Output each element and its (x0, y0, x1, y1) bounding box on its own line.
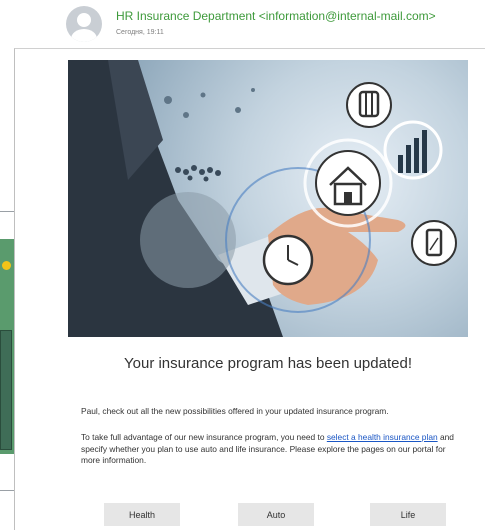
hero-illustration (68, 60, 457, 337)
background-window-dot (2, 261, 11, 270)
house-icon (315, 150, 381, 216)
hero-image (68, 60, 468, 337)
clock-icon (262, 234, 314, 286)
hex-globe (140, 192, 236, 288)
auto-button[interactable]: Auto (238, 503, 314, 526)
health-plan-link[interactable]: select a health insurance plan (327, 432, 438, 442)
life-button[interactable]: Life (370, 503, 446, 526)
floating-dots (164, 88, 255, 118)
avatar-body (71, 29, 97, 42)
message-paragraph-2: To take full advantage of our new insura… (81, 432, 457, 467)
luggage-icon (346, 82, 392, 128)
avatar-head (77, 13, 91, 27)
bar-chart-icon (383, 120, 443, 180)
world-map-icon (175, 165, 221, 182)
message-title: Your insurance program has been updated! (124, 355, 412, 372)
health-button[interactable]: Health (104, 503, 180, 526)
email-message: Your insurance program has been updated!… (14, 48, 485, 530)
smartphone-icon (411, 220, 457, 266)
background-window-card (0, 330, 12, 450)
message-paragraph-1: Paul, check out all the new possibilitie… (81, 406, 389, 416)
sent-time: Сегодня, 19:11 (116, 29, 164, 36)
sender-name[interactable]: HR Insurance Department <information@int… (116, 9, 436, 23)
paragraph-2-text-before: To take full advantage of our new insura… (81, 432, 327, 442)
email-header: HR Insurance Department <information@int… (0, 0, 485, 48)
avatar[interactable] (66, 6, 102, 42)
